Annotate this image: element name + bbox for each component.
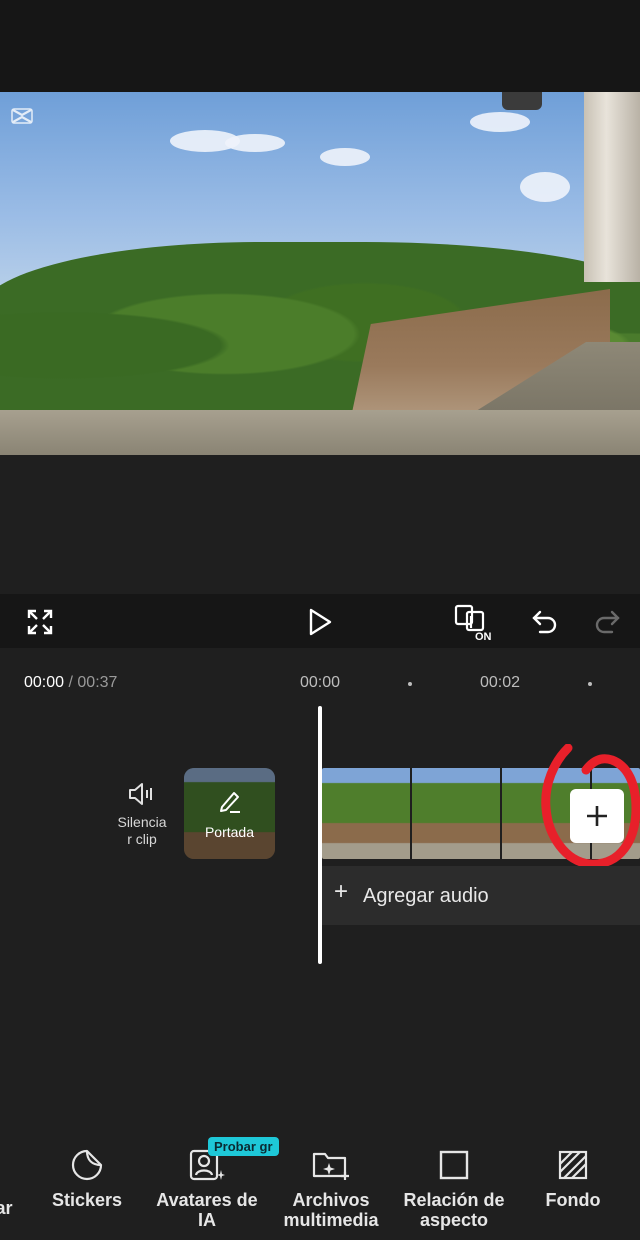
capcut-logo-icon bbox=[11, 108, 33, 124]
preview-wall bbox=[0, 410, 640, 455]
play-icon bbox=[309, 608, 332, 636]
cloud bbox=[470, 112, 530, 132]
add-clip-button[interactable] bbox=[570, 789, 624, 843]
background-label: Fondo bbox=[545, 1190, 601, 1210]
status-bar bbox=[0, 0, 640, 92]
preview-lamp bbox=[502, 92, 542, 110]
toolbar-item-media[interactable]: Archivos multimedia bbox=[278, 1148, 384, 1230]
stickers-label: Stickers bbox=[51, 1190, 123, 1210]
aspect-label: Relación de aspecto bbox=[403, 1190, 505, 1230]
bottom-toolbar: ar Stickers Avatares de IA Archivos mult… bbox=[0, 1130, 640, 1240]
current-time: 00:00 bbox=[24, 674, 65, 691]
toolbar-item-partial-label: ar bbox=[0, 1198, 13, 1218]
playhead[interactable] bbox=[318, 706, 322, 964]
svg-text:ON: ON bbox=[475, 631, 492, 642]
redo-icon bbox=[595, 610, 620, 634]
undo-icon bbox=[532, 610, 557, 634]
timecode: 00:00 / 00:37 bbox=[24, 674, 117, 692]
play-button[interactable] bbox=[298, 600, 342, 644]
toolbar-item-aspect[interactable]: Relación de aspecto bbox=[398, 1148, 510, 1230]
toolbar-item-avatars[interactable]: Avatares de IA bbox=[150, 1148, 264, 1230]
cover-label: Portada bbox=[204, 824, 255, 840]
autocut-on-icon: ON bbox=[454, 604, 492, 642]
total-time: 00:37 bbox=[77, 674, 118, 691]
media-label: Archivos multimedia bbox=[283, 1190, 379, 1230]
toolbar-item-partial[interactable]: ar bbox=[0, 1198, 14, 1218]
add-audio-plus-icon: + bbox=[334, 878, 349, 905]
fullscreen-button[interactable] bbox=[18, 600, 62, 644]
autocut-toggle[interactable]: ON bbox=[452, 600, 496, 644]
cover-thumbnail[interactable]: Portada bbox=[184, 768, 275, 859]
sticker-icon bbox=[71, 1149, 103, 1181]
video-preview[interactable] bbox=[0, 92, 640, 455]
add-audio-button[interactable]: + Agregar audio bbox=[322, 866, 640, 925]
timeline-tick: 00:02 bbox=[480, 674, 521, 691]
clip-frame bbox=[322, 768, 410, 859]
speaker-icon bbox=[129, 783, 152, 805]
timeline-dot bbox=[408, 682, 412, 686]
cloud bbox=[520, 172, 570, 202]
avatars-label: Avatares de IA bbox=[156, 1190, 258, 1230]
edit-pencil-icon bbox=[220, 792, 240, 813]
undo-button[interactable] bbox=[522, 600, 566, 644]
toolbar-item-background[interactable]: Fondo bbox=[538, 1148, 608, 1210]
clip-frame bbox=[412, 768, 500, 859]
expand-icon bbox=[27, 609, 53, 635]
aspect-ratio-icon bbox=[439, 1150, 469, 1180]
timeline-header: 00:00 / 00:37 00:00 00:02 bbox=[0, 664, 640, 704]
cloud bbox=[225, 134, 285, 152]
timeline-dot bbox=[588, 682, 592, 686]
add-audio-label: Agregar audio bbox=[363, 885, 489, 907]
folder-add-icon bbox=[312, 1152, 349, 1180]
plus-icon bbox=[587, 806, 607, 826]
cloud bbox=[320, 148, 370, 166]
background-hatch-icon bbox=[558, 1150, 588, 1180]
redo-button[interactable] bbox=[586, 600, 630, 644]
try-badge: Probar gr bbox=[208, 1137, 279, 1156]
time-separator: / bbox=[64, 674, 78, 691]
mute-clip-label: Silencia r clip bbox=[117, 814, 167, 847]
preview-pillar bbox=[584, 92, 640, 282]
playback-controls: ON bbox=[0, 594, 640, 648]
mute-clip-button[interactable]: Silencia r clip bbox=[108, 780, 176, 848]
toolbar-item-stickers[interactable]: Stickers bbox=[44, 1148, 130, 1210]
timeline-tick: 00:00 bbox=[300, 674, 341, 691]
